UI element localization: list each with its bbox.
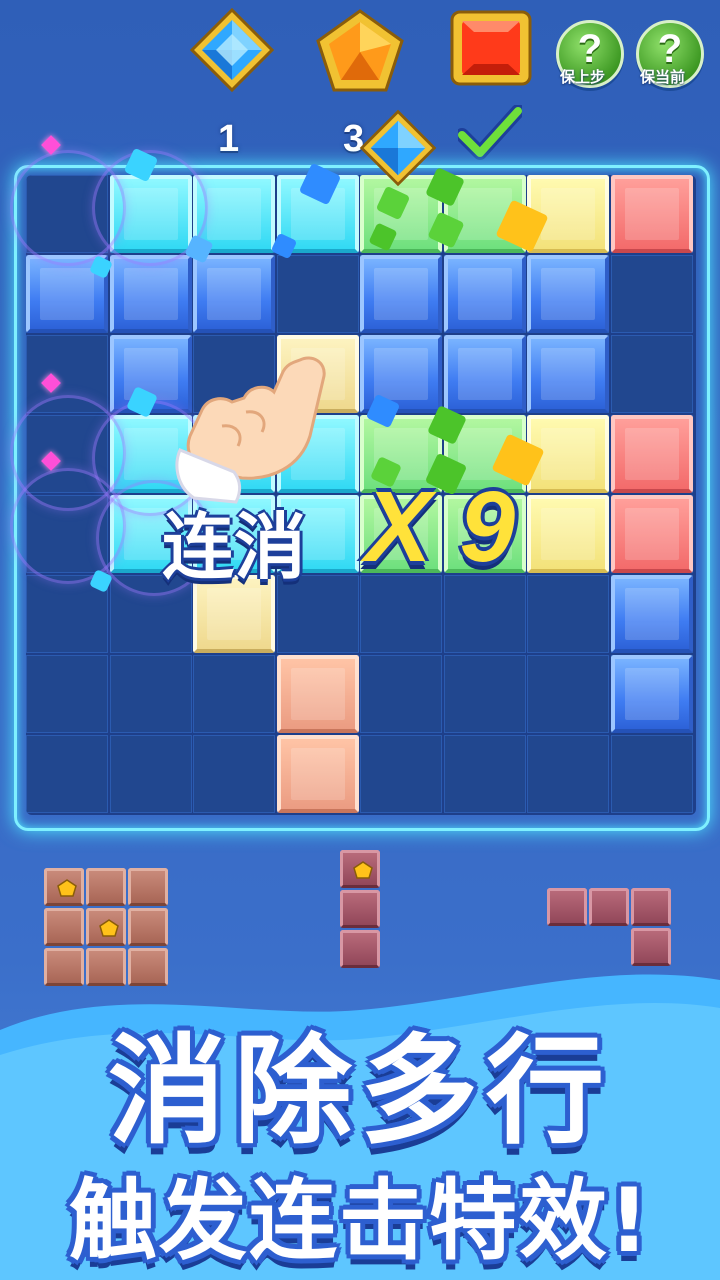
board-block-red bbox=[610, 495, 693, 573]
piece-vertical-bar[interactable] bbox=[340, 850, 380, 970]
piece-block bbox=[44, 908, 84, 946]
piece-block bbox=[631, 888, 671, 926]
red-square-gem-icon bbox=[450, 10, 532, 86]
board-cell[interactable] bbox=[443, 575, 526, 653]
pentagon-gem-icon bbox=[99, 919, 119, 937]
board-cell[interactable] bbox=[193, 655, 275, 733]
pentagon-gem-icon bbox=[353, 861, 373, 879]
board-block-salmon bbox=[276, 735, 359, 813]
banner-headline: 消除多行 bbox=[107, 1022, 612, 1160]
save-previous-label: 保上步 bbox=[560, 68, 606, 86]
piece-block bbox=[44, 868, 84, 906]
pentagon-gem-icon bbox=[57, 879, 77, 897]
board-cell[interactable] bbox=[109, 655, 192, 733]
board-cell[interactable] bbox=[443, 655, 526, 733]
piece-block bbox=[340, 890, 380, 928]
piece-block bbox=[128, 868, 168, 906]
board-block-blue bbox=[109, 255, 192, 333]
board-cell[interactable] bbox=[527, 655, 609, 733]
board-block-blue bbox=[443, 335, 526, 413]
goal-count-diamond: 1 bbox=[218, 118, 240, 160]
board-block-red bbox=[610, 175, 693, 253]
board-cell[interactable] bbox=[193, 735, 275, 813]
blue-diamond-gem-icon bbox=[188, 6, 276, 94]
board-cell[interactable] bbox=[360, 575, 442, 653]
board-block-blue bbox=[527, 335, 609, 413]
piece-block bbox=[86, 868, 126, 906]
piece-block bbox=[128, 908, 168, 946]
board-block-blue bbox=[193, 255, 275, 333]
board-cell[interactable] bbox=[527, 735, 609, 813]
board-cell[interactable] bbox=[527, 575, 609, 653]
board-block-blue bbox=[527, 255, 609, 333]
flying-diamond-gem-icon bbox=[358, 108, 438, 188]
board-cell[interactable] bbox=[360, 655, 442, 733]
board-cell[interactable] bbox=[276, 255, 359, 333]
save-current-label: 保当前 bbox=[640, 68, 686, 86]
board-cell[interactable] bbox=[26, 655, 108, 733]
board-block-yellow bbox=[527, 495, 609, 573]
board-cell[interactable] bbox=[360, 735, 442, 813]
piece-l-shape[interactable] bbox=[547, 888, 671, 966]
board-cell[interactable] bbox=[610, 735, 693, 813]
board-cell[interactable] bbox=[610, 335, 693, 413]
check-icon bbox=[455, 104, 525, 165]
board-block-blue bbox=[610, 575, 693, 653]
piece-block bbox=[589, 888, 629, 926]
banner-subheadline: 触发连击特效! bbox=[68, 1169, 652, 1272]
combo-multiplier: X 9 bbox=[365, 471, 516, 583]
piece-block bbox=[86, 908, 126, 946]
piece-block bbox=[547, 888, 587, 926]
board-block-red bbox=[610, 415, 693, 493]
board-cell[interactable] bbox=[109, 735, 192, 813]
orange-pentagon-gem-icon bbox=[315, 8, 405, 94]
board-cell[interactable] bbox=[26, 735, 108, 813]
board-block-blue bbox=[610, 655, 693, 733]
board-block-blue bbox=[443, 255, 526, 333]
piece-block bbox=[340, 850, 380, 888]
board-block-blue bbox=[360, 255, 442, 333]
board-cell[interactable] bbox=[610, 255, 693, 333]
board-block-salmon bbox=[276, 655, 359, 733]
combo-label: 连消 bbox=[162, 505, 307, 589]
board-cell[interactable] bbox=[443, 735, 526, 813]
